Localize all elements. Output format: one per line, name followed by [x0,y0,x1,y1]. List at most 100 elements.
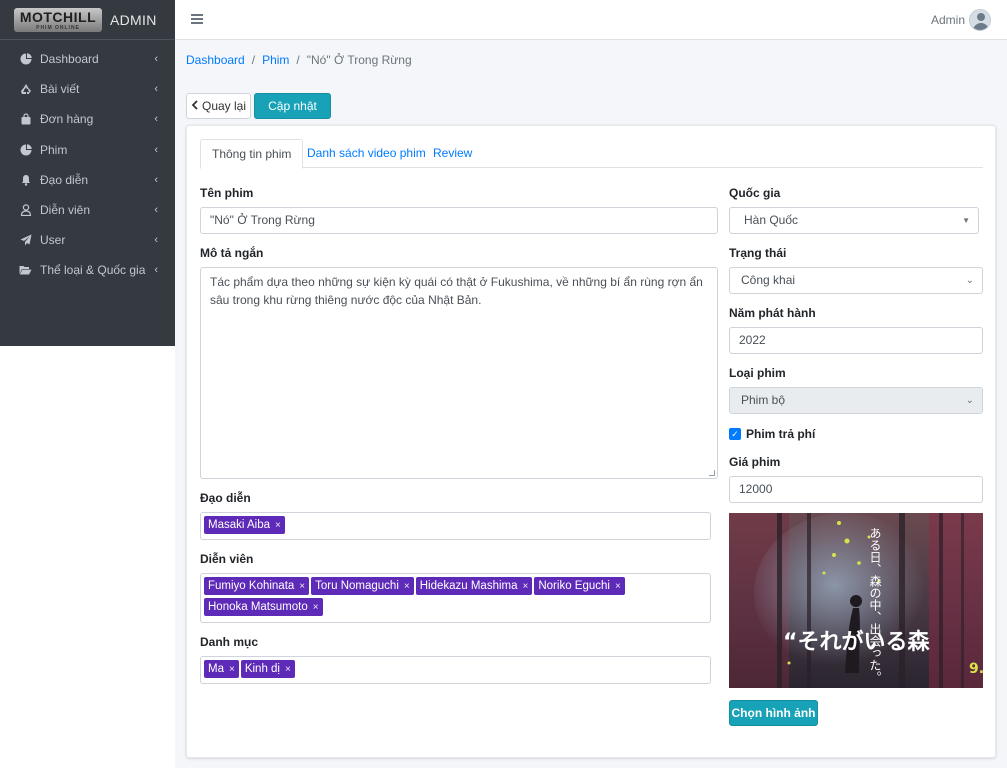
user-name[interactable]: Admin [931,13,965,27]
type-value: Phim bộ [741,393,786,407]
poster-tagline: ある日、森の中、出会った。 [868,527,882,683]
breadcrumb-movies[interactable]: Phim [262,53,289,67]
status-label: Trạng thái [729,246,787,260]
actor-tag-label: Fumiyo Kohinata [208,580,295,592]
sidebar-item-actors[interactable]: Diễn viên ‹ [0,195,175,225]
poster-date: 9.3 [969,661,983,677]
year-input[interactable]: 2022 [729,327,983,354]
brand[interactable]: MOTCHILL PHIM ONLINE ADMIN [0,0,175,40]
paid-label: Phim trả phí [746,427,816,441]
title-input[interactable]: "Nó" Ở Trong Rừng [200,207,718,234]
paper-plane-icon [19,234,32,247]
tab-review[interactable]: Review [422,139,483,168]
chevron-left-icon: ‹ [154,53,158,66]
breadcrumb-dashboard[interactable]: Dashboard [186,53,245,67]
back-button[interactable]: Quay lại [186,93,251,119]
sidebar-item-orders[interactable]: Đơn hàng ‹ [0,104,175,134]
tab-video-list[interactable]: Danh sách video phim [296,139,437,168]
category-tag[interactable]: Kinh dị × [240,660,295,678]
sidebar-item-user[interactable]: User ‹ [0,225,175,255]
description-textarea[interactable]: Tác phẩm dựa theo những sự kiện kỳ quái … [200,267,718,479]
actor-tag[interactable]: Fumiyo Kohinata × [204,577,310,595]
back-button-label: Quay lại [201,99,247,113]
bell-icon [19,173,32,186]
form-tabs: Thông tin phim Danh sách video phim Revi… [200,139,983,169]
directors-label: Đạo diễn [200,491,251,505]
actor-tag-label: Toru Nomaguchi [315,580,399,592]
categories-select[interactable]: Ma × Kinh dị × [200,656,711,684]
actor-tag-label: Noriko Eguchi [538,580,610,592]
remove-tag-icon[interactable]: × [313,602,319,613]
country-value: Hàn Quốc [744,213,799,227]
status-select[interactable]: Công khai ⌄ [729,267,983,294]
chevron-left-icon: ‹ [154,173,158,186]
remove-tag-icon[interactable]: × [404,581,410,592]
brand-logo: MOTCHILL PHIM ONLINE [14,7,102,32]
user-icon [19,204,32,217]
actors-select[interactable]: Fumiyo Kohinata × Toru Nomaguchi × Hidekazu … [200,573,711,623]
category-tag-label: Ma [208,663,224,675]
sidebar-item-movies[interactable]: Phim ‹ [0,135,175,165]
remove-tag-icon[interactable]: × [523,581,529,592]
category-tag[interactable]: Ma × [204,660,239,678]
sidebar-nav: Dashboard ‹ Bài viết ‹ Đơn hàng ‹ Phim ‹ [0,40,175,286]
country-label: Quốc gia [729,186,781,200]
avatar[interactable] [969,9,991,31]
breadcrumb-separator: / [251,53,256,67]
category-tag-label: Kinh dị [244,663,280,675]
choose-image-button[interactable]: Chọn hình ảnh [729,700,818,726]
recycle-icon [19,83,32,96]
shopping-bag-icon [19,113,32,126]
update-button[interactable]: Cập nhật [254,93,331,119]
sidebar-item-genres-countries[interactable]: Thể loại & Quốc gia ‹ [0,255,175,285]
sidebar: MOTCHILL PHIM ONLINE ADMIN Dashboard ‹ B… [0,0,175,346]
tab-movie-info[interactable]: Thông tin phim [200,139,304,169]
actor-tag[interactable]: Noriko Eguchi × [534,577,625,595]
remove-tag-icon[interactable]: × [229,664,235,675]
remove-tag-icon[interactable]: × [299,581,305,592]
top-navbar: Admin [175,0,1007,40]
title-label: Tên phim [200,186,254,200]
description-text: Tác phẩm dựa theo những sự kiện kỳ quái … [210,275,703,307]
breadcrumb: Dashboard / Phim / "Nó" Ở Trong Rừng [186,53,412,67]
remove-tag-icon[interactable]: × [615,581,621,592]
sidebar-item-label: Phim [40,142,68,157]
breadcrumb-current: "Nó" Ở Trong Rừng [306,53,412,67]
type-select[interactable]: Phim bộ ⌄ [729,387,983,414]
paid-checkbox[interactable]: ✓ [729,428,741,440]
sidebar-item-label: Đơn hàng [40,112,94,127]
actor-tag[interactable]: Toru Nomaguchi × [311,577,414,595]
chevron-down-icon: ⌄ [965,275,974,286]
actor-tag[interactable]: Honoka Matsumoto × [204,598,323,616]
folder-open-icon [19,264,32,277]
directors-select[interactable]: Masaki Aiba × [200,512,711,540]
movie-poster: ある日、森の中、出会った。 “それがいる森 9.3 [729,513,983,688]
chevron-down-icon: ⌄ [965,395,974,406]
sidebar-item-dashboard[interactable]: Dashboard ‹ [0,44,175,74]
country-select[interactable]: Hàn Quốc ▼ [729,207,979,234]
menu-toggle-icon[interactable] [191,12,203,26]
chart-pie-icon [19,143,32,156]
chevron-left-icon: ‹ [154,264,158,277]
sidebar-item-posts[interactable]: Bài viết ‹ [0,74,175,104]
chevron-left-icon: ‹ [154,204,158,217]
chevron-left-icon: ‹ [154,234,158,247]
remove-tag-icon[interactable]: × [275,520,281,531]
caret-down-icon: ▼ [962,216,970,225]
price-input[interactable]: 12000 [729,476,983,503]
remove-tag-icon[interactable]: × [285,664,291,675]
type-label: Loại phim [729,366,786,380]
director-tag[interactable]: Masaki Aiba × [204,516,285,534]
chevron-left-icon: ‹ [154,113,158,126]
chevron-left-icon: ‹ [154,143,158,156]
resize-handle[interactable] [709,470,715,476]
categories-label: Danh mục [200,635,259,649]
sidebar-item-directors[interactable]: Đạo diễn ‹ [0,165,175,195]
breadcrumb-separator: / [296,53,300,67]
actor-tag[interactable]: Hidekazu Mashima × [415,577,533,595]
sidebar-item-label: Diễn viên [40,203,91,218]
sidebar-item-label: Dashboard [40,52,99,67]
status-value: Công khai [741,273,796,287]
description-label: Mô tả ngắn [200,246,264,260]
director-tag-label: Masaki Aiba [208,519,271,531]
